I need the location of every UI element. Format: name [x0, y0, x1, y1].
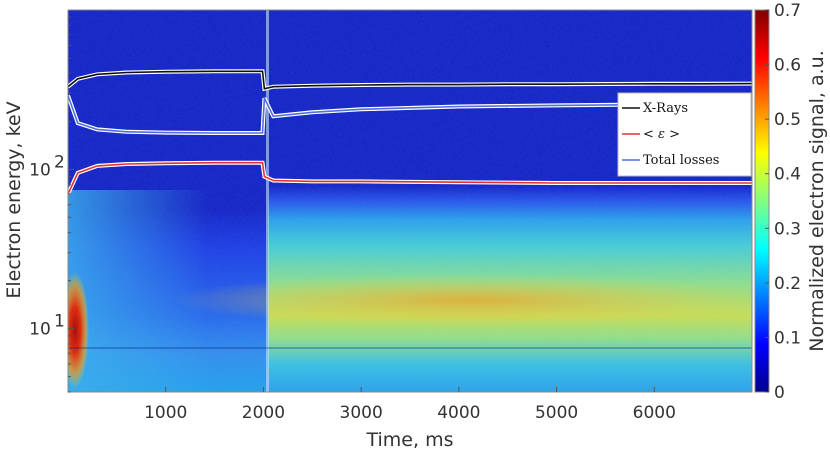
x-tick-label: 3000	[340, 403, 383, 423]
colorbar-tick-label: 0.5	[774, 110, 801, 130]
colorbar-tick-label: 0	[774, 383, 785, 403]
legend-label-mean-energy: < ε >	[643, 127, 680, 142]
colorbar-tick-label: 0.7	[774, 1, 801, 21]
x-axis-label: Time, ms	[366, 429, 454, 451]
x-tick-label: 6000	[633, 403, 676, 423]
colorbar-tick-label: 0.4	[774, 165, 801, 185]
x-tick-label: 5000	[535, 403, 578, 423]
x-tick-label: 1000	[144, 403, 187, 423]
chart-figure: 1000 2000 3000 4000 5000 6000 10 110 2 Time, ms…	[3, 1, 828, 451]
legend-label-x-rays: X-Rays	[643, 101, 688, 116]
y-tick-exponent: 1	[54, 312, 65, 332]
colorbar-tick-label: 0.1	[774, 328, 801, 348]
y-tick-exponent: 2	[54, 152, 65, 172]
y-tick-label: 10	[29, 160, 51, 180]
colorbar-label: Normalized electron signal, a.u.	[806, 50, 828, 352]
colorbar-tick-label: 0.6	[774, 56, 801, 76]
colorbar-tick-label: 0.2	[774, 274, 801, 294]
colorbar	[754, 9, 770, 393]
x-tick-label: 4000	[437, 403, 480, 423]
y-axis-label: Electron energy, keV	[3, 101, 25, 298]
colorbar-tick-label: 0.3	[774, 219, 801, 239]
legend-label-total-losses: Total losses	[643, 153, 719, 168]
heatmap-image	[68, 10, 752, 392]
y-tick-label: 10	[29, 320, 51, 340]
x-tick-label: 2000	[242, 403, 285, 423]
legend: X-Rays < ε > Total losses	[617, 92, 752, 177]
